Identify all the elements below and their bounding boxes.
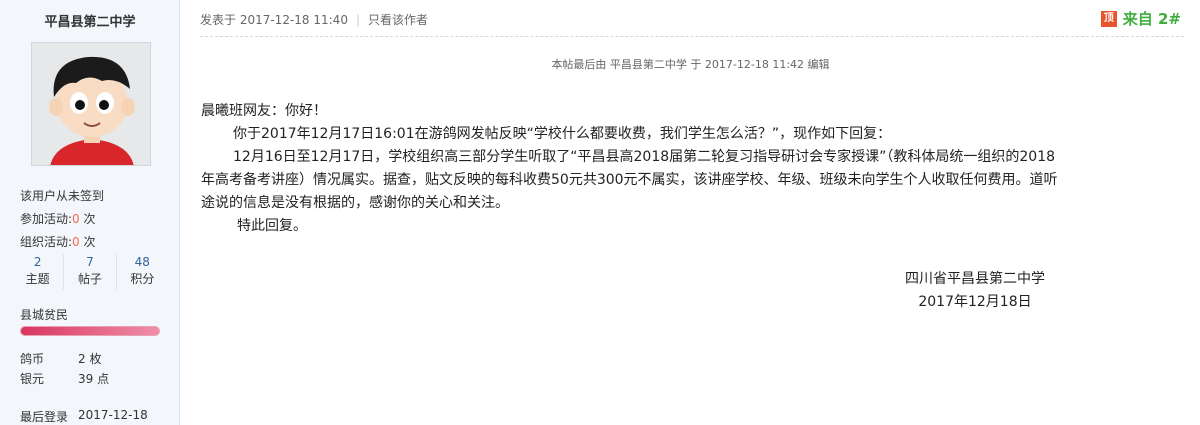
last-login-value: 2017-12-18 bbox=[78, 408, 148, 422]
user-rank: 县城贫民 bbox=[20, 308, 69, 322]
activity-org-unit: 次 bbox=[83, 235, 96, 249]
meta-divider: | bbox=[355, 13, 360, 27]
activity-join: 参加活动:0 次 bbox=[20, 210, 96, 227]
silver-label: 银元 bbox=[20, 372, 45, 386]
count-threads[interactable]: 2 主题 bbox=[12, 254, 65, 290]
coins-value: 2 枚 bbox=[78, 352, 102, 366]
signature: 四川省平昌县第二中学 2017年12月18日 bbox=[905, 268, 1045, 314]
coins-row: 鸽币 2 枚 bbox=[20, 350, 101, 367]
content-line: 途说的信息是没有根据的，感谢你的关心和关注。 bbox=[201, 195, 509, 211]
content-line: 年高考备考讲座）情况属实。据查，贴文反映的每科收费50元共300元不属实，该讲座… bbox=[201, 172, 1058, 188]
silver-value: 39 点 bbox=[78, 372, 110, 386]
last-login-label: 最后登录 bbox=[20, 410, 69, 424]
last-login-row: 最后登录 2017-12-18 bbox=[20, 408, 148, 425]
count-posts-num[interactable]: 7 bbox=[64, 254, 115, 270]
meta-divider-line bbox=[200, 36, 1184, 37]
post-container: 发表于 2017-12-18 11:40 | 只看该作者 顶 来自 2# 本帖最后由… bbox=[181, 0, 1200, 425]
rank-progress-bar bbox=[20, 326, 160, 336]
activity-join-count: 0 bbox=[72, 212, 80, 226]
avatar-cartoon-icon bbox=[32, 43, 150, 165]
avatar[interactable] bbox=[31, 42, 151, 166]
activity-org-label: 组织活动: bbox=[20, 235, 73, 249]
top-icon[interactable]: 顶 bbox=[1100, 10, 1117, 27]
count-credits[interactable]: 48 积分 bbox=[117, 254, 168, 290]
closing-line: 特此回复。 bbox=[237, 218, 307, 234]
only-author-link[interactable]: 只看该作者 bbox=[368, 13, 428, 27]
count-posts[interactable]: 7 帖子 bbox=[64, 254, 117, 290]
post-content: 晨曦班网友：你好！ 你于2017年12月17日16:01在游鸽网发帖反映“学校什… bbox=[201, 100, 1058, 238]
activity-org: 组织活动:0 次 bbox=[20, 233, 96, 250]
signature-org: 四川省平昌县第二中学 bbox=[905, 271, 1045, 287]
author-name[interactable]: 平昌县第二中学 bbox=[0, 11, 180, 30]
author-counts: 2 主题 7 帖子 48 积分 bbox=[12, 254, 168, 290]
greeting-line: 晨曦班网友：你好！ bbox=[201, 103, 327, 119]
edit-note: 本帖最后由 平昌县第二中学 于 2017-12-18 11:42 编辑 bbox=[551, 58, 830, 71]
activity-org-count: 0 bbox=[72, 235, 80, 249]
post-time: 发表于 2017-12-18 11:40 bbox=[200, 13, 348, 27]
count-credits-label: 积分 bbox=[130, 272, 155, 286]
author-sidebar: 平昌县第二中学 该用户从未签到 参加活动:0 次 组织活动:0 次 2 主题 7… bbox=[0, 0, 180, 425]
silver-row: 银元 39 点 bbox=[20, 370, 109, 387]
post-meta: 发表于 2017-12-18 11:40 | 只看该作者 bbox=[200, 11, 428, 28]
floor-indicator: 顶 来自 2# bbox=[1100, 8, 1181, 29]
activity-join-label: 参加活动: bbox=[20, 212, 73, 226]
count-threads-num[interactable]: 2 bbox=[12, 254, 63, 270]
floor-number[interactable]: 来自 2# bbox=[1123, 8, 1181, 29]
count-posts-label: 帖子 bbox=[77, 272, 102, 286]
count-threads-label: 主题 bbox=[25, 272, 50, 286]
content-line: 12月16日至12月17日，学校组织高三部分学生听取了“平昌县高2018届第二轮… bbox=[233, 149, 1056, 165]
signature-date: 2017年12月18日 bbox=[918, 294, 1032, 310]
sign-status: 该用户从未签到 bbox=[20, 189, 105, 203]
count-credits-num[interactable]: 48 bbox=[117, 254, 168, 270]
activity-join-unit: 次 bbox=[83, 212, 96, 226]
content-line: 你于2017年12月17日16:01在游鸽网发帖反映“学校什么都要收费，我们学生… bbox=[233, 126, 892, 142]
coins-label: 鸽币 bbox=[20, 352, 45, 366]
